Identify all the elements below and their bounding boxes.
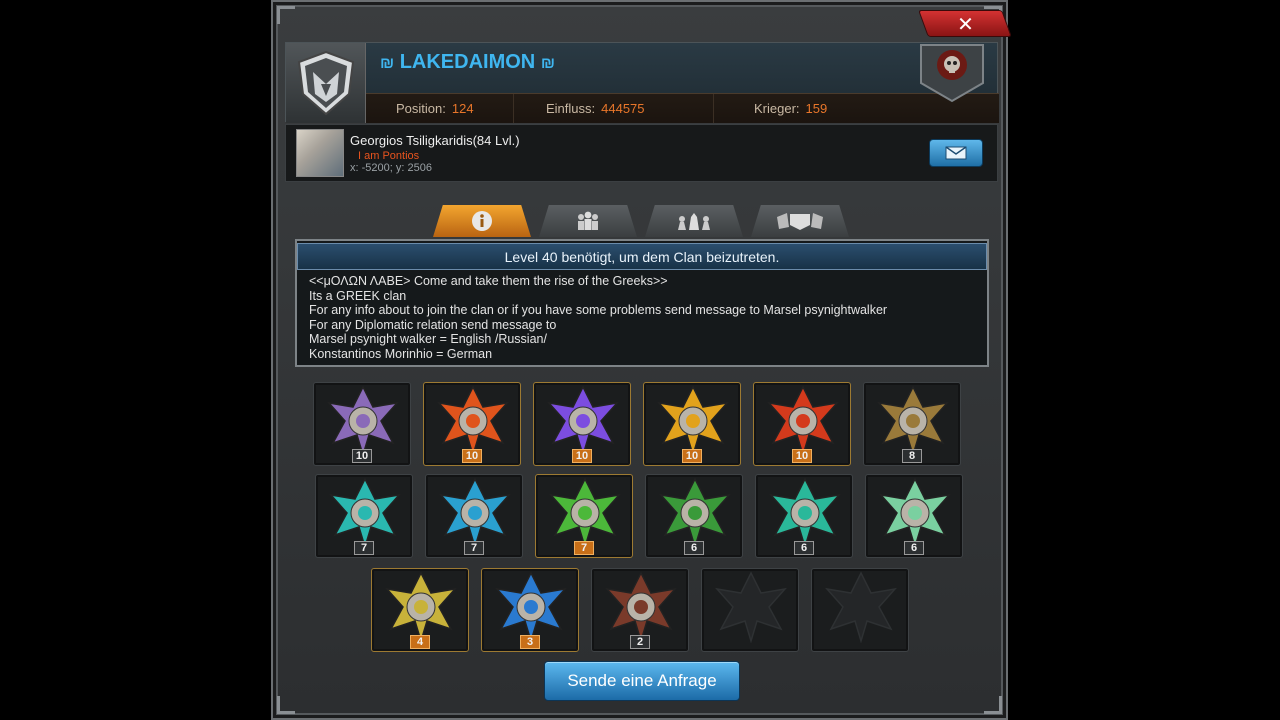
medal-count: 10 [572, 449, 592, 463]
medal-fire-skull-icon [437, 385, 509, 457]
medal-count: 7 [574, 541, 594, 555]
avatar[interactable] [296, 129, 344, 177]
medal-purple-skull[interactable]: 10 [533, 382, 631, 466]
medal-green-soldier-icon [659, 477, 731, 549]
clan-leader: Georgios Tsiligkaridis(84 Lvl.) I am Pon… [285, 124, 998, 182]
medal-count: 8 [902, 449, 922, 463]
tab-info[interactable] [433, 205, 531, 237]
stat-position: Position: 124 [366, 94, 514, 123]
leader-name[interactable]: Georgios Tsiligkaridis(84 Lvl.) [350, 133, 520, 148]
medal-cyan-helmet[interactable]: 7 [425, 474, 523, 558]
medal-purple-skull-icon [547, 385, 619, 457]
medal-mech-skull-icon [327, 385, 399, 457]
alliance-icon [777, 213, 823, 230]
medal-locked-sun[interactable] [701, 568, 799, 652]
message-button[interactable] [929, 139, 983, 167]
medal-eagle-shield-icon [605, 571, 677, 643]
stat-influence: Einfluss: 444575 [514, 94, 714, 123]
medal-blue-trophy[interactable]: 3 [481, 568, 579, 652]
tab-members[interactable] [539, 205, 637, 237]
close-icon: ✕ [956, 11, 974, 36]
ornament-left: ₪ [380, 55, 395, 72]
medal-count: 10 [682, 449, 702, 463]
medal-red-star[interactable]: 10 [753, 382, 851, 466]
medal-locked-sun-icon [715, 571, 787, 643]
medal-row: 7 7 7 6 6 6 [315, 474, 963, 558]
mail-icon [945, 146, 967, 160]
clan-window: ✕ ₪ LAKEDAIMON ₪ Position: 124 Einfluss:… [271, 0, 1012, 720]
medal-count: 2 [630, 635, 650, 649]
skull-rank-icon [917, 43, 987, 103]
clan-title: ₪ LAKEDAIMON ₪ [380, 51, 555, 74]
medal-teal-star-icon [329, 477, 401, 549]
medal-green-soldier[interactable]: 6 [645, 474, 743, 558]
clan-stats: Position: 124 Einfluss: 444575 Krieger: … [366, 93, 999, 123]
medal-gold-skull[interactable]: 10 [643, 382, 741, 466]
corner-ornament [277, 6, 295, 24]
medal-count: 6 [794, 541, 814, 555]
stat-warriors: Krieger: 159 [754, 101, 828, 116]
corner-ornament [277, 696, 295, 714]
medal-silver-skull[interactable]: 6 [865, 474, 963, 558]
medal-bronze-wings-icon [877, 385, 949, 457]
medal-eagle-shield[interactable]: 2 [591, 568, 689, 652]
members-icon [578, 211, 598, 230]
leader-motto: I am Pontios [358, 150, 420, 162]
medal-count: 10 [792, 449, 812, 463]
medal-locked-eagle[interactable] [811, 568, 909, 652]
medal-row: 4 3 2 [371, 568, 909, 652]
medal-teal-star[interactable]: 7 [315, 474, 413, 558]
tab-alliances[interactable] [751, 205, 849, 237]
medal-bronze-wings[interactable]: 8 [863, 382, 961, 466]
medal-locked-eagle-icon [825, 571, 897, 643]
medal-red-star-icon [767, 385, 839, 457]
info-icon [472, 211, 492, 231]
leader-coords[interactable]: x: -5200; y: 2506 [350, 162, 432, 174]
ornament-right: ₪ [540, 55, 555, 72]
clan-name: LAKEDAIMON [399, 51, 536, 73]
medal-count: 4 [410, 635, 430, 649]
medal-blue-trophy-icon [495, 571, 567, 643]
medal-count: 7 [354, 541, 374, 555]
medal-fire-skull[interactable]: 10 [423, 382, 521, 466]
medal-count: 7 [464, 541, 484, 555]
medal-count: 3 [520, 635, 540, 649]
medal-count: 10 [352, 449, 372, 463]
chess-icon [678, 213, 710, 230]
medal-count: 6 [904, 541, 924, 555]
medal-mech-skull[interactable]: 10 [313, 382, 411, 466]
medal-silver-skull-icon [879, 477, 951, 549]
close-button[interactable]: ✕ [918, 10, 1012, 37]
clan-tabs [433, 205, 849, 237]
medal-count: 10 [462, 449, 482, 463]
corner-ornament [984, 696, 1002, 714]
clan-description: <<μΟΛΩΝ ΛΑΒΕ> Come and take them the ris… [309, 274, 888, 361]
medal-gold-skull-icon [657, 385, 729, 457]
medal-row: 10 10 10 10 10 8 [313, 382, 961, 466]
medal-green-star[interactable]: 7 [535, 474, 633, 558]
medal-green-star-icon [549, 477, 621, 549]
clan-header: ₪ LAKEDAIMON ₪ Position: 124 Einfluss: 4… [285, 42, 999, 123]
send-request-button[interactable]: Sende eine Anfrage [544, 661, 740, 701]
medal-cyan-helmet-icon [439, 477, 511, 549]
clan-info-panel: Level 40 benötigt, um dem Clan beizutret… [295, 239, 989, 367]
medal-count: 6 [684, 541, 704, 555]
tab-ranks[interactable] [645, 205, 743, 237]
medal-teal-shield[interactable]: 6 [755, 474, 853, 558]
medal-gold-compass[interactable]: 4 [371, 568, 469, 652]
medal-gold-compass-icon [385, 571, 457, 643]
level-requirement: Level 40 benötigt, um dem Clan beizutret… [297, 243, 987, 270]
medal-teal-shield-icon [769, 477, 841, 549]
clan-emblem-icon [286, 43, 366, 123]
